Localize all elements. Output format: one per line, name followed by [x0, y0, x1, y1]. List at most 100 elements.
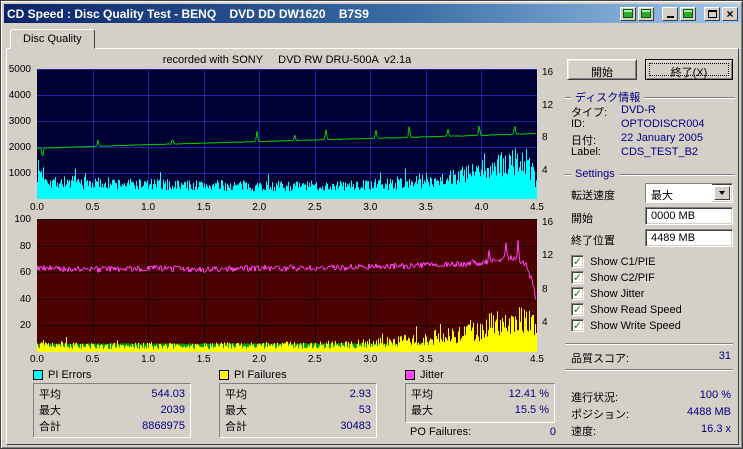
- title-bar[interactable]: CD Speed : Disc Quality Test - BENQ DVD …: [4, 4, 741, 23]
- disc-date-value: 22 January 2005: [621, 132, 703, 144]
- axis-tick-label: 2000: [9, 142, 31, 153]
- disc-icon-button[interactable]: [680, 7, 696, 21]
- checkbox-label: Show Write Speed: [590, 320, 681, 332]
- window-title: CD Speed : Disc Quality Test - BENQ DVD …: [7, 7, 620, 21]
- speed-row: 速度: 16.3 x: [571, 423, 731, 436]
- stat-value: 12.41 %: [509, 388, 549, 400]
- checkbox-label: Show Jitter: [590, 288, 644, 300]
- disc-icon: [683, 9, 693, 18]
- stat-label: 平均: [225, 386, 247, 402]
- checkbox-label: Show C2/PIF: [590, 272, 655, 284]
- axis-tick-label: 2.0: [252, 202, 266, 213]
- screenshot-icon-button[interactable]: [620, 7, 636, 21]
- settings-section-header: Settings: [565, 168, 735, 180]
- chart-icon-button[interactable]: [638, 7, 654, 21]
- pi-errors-legend-swatch: [33, 370, 43, 380]
- position-value: 4488 MB: [687, 406, 731, 418]
- po-failures-value: 0: [550, 426, 556, 438]
- section-divider: [565, 97, 571, 99]
- axis-tick-label: 2.5: [308, 202, 322, 213]
- quality-score-row: 品質スコア: 31: [571, 350, 731, 363]
- axis-tick-label: 12: [542, 250, 553, 261]
- axis-tick-label: 8: [542, 284, 548, 295]
- axis-tick-label: 3.0: [363, 202, 377, 213]
- close-button[interactable]: ×: [722, 7, 738, 21]
- show-c2-pif-checkbox[interactable]: ✓ Show C2/PIF: [571, 271, 655, 284]
- transfer-speed-select[interactable]: 最大: [645, 183, 733, 203]
- show-write-speed-checkbox[interactable]: ✓ Show Write Speed: [571, 319, 681, 332]
- divider: [565, 343, 733, 345]
- chart-bottom: [37, 219, 537, 352]
- disc-label-row: Label: CDS_TEST_B2: [571, 146, 733, 159]
- start-button[interactable]: 開始: [567, 59, 637, 80]
- axis-tick-label: 12: [542, 100, 553, 111]
- progress-label: 進行状況:: [571, 392, 618, 404]
- axis-tick-label: 60: [20, 267, 31, 278]
- exit-button[interactable]: 終了(X): [645, 59, 733, 80]
- show-read-speed-checkbox[interactable]: ✓ Show Read Speed: [571, 303, 682, 316]
- axis-tick-label: 16: [542, 217, 553, 228]
- po-failures-label: PO Failures:: [410, 426, 471, 438]
- start-position-field[interactable]: 0000 MB: [645, 207, 733, 225]
- stat-label: 最大: [225, 402, 247, 418]
- pi-failures-stats-box: 平均2.93 最大53 合計30483: [219, 383, 377, 438]
- po-failures-row: PO Failures: 0: [410, 426, 556, 438]
- axis-tick-label: 20: [20, 320, 31, 331]
- axis-tick-label: 3.5: [419, 354, 433, 365]
- quality-score-label: 品質スコア:: [571, 353, 629, 365]
- close-icon: ×: [726, 9, 733, 19]
- axis-tick-label: 1.5: [197, 354, 211, 365]
- checkbox-label: Show Read Speed: [590, 304, 682, 316]
- minimize-button[interactable]: [662, 7, 678, 21]
- chart-top: [37, 69, 537, 199]
- progress-row: 進行状況: 100 %: [571, 389, 731, 402]
- end-position-field[interactable]: 4489 MB: [645, 229, 733, 247]
- transfer-speed-label: 転送速度: [571, 187, 615, 203]
- disc-id-value: OPTODISCR004: [621, 118, 705, 130]
- show-c1-pie-checkbox[interactable]: ✓ Show C1/PIE: [571, 255, 655, 268]
- chart-bottom-right-axis: 16 12 8 4: [539, 219, 561, 352]
- transfer-speed-value: 最大: [646, 184, 712, 202]
- axis-tick-label: 4.5: [530, 202, 544, 213]
- stat-value: 53: [359, 404, 371, 416]
- stat-row: 最大 15.5 %: [411, 402, 549, 418]
- chevron-down-icon: [719, 191, 725, 195]
- pi-failures-legend-label: PI Failures: [234, 369, 287, 381]
- stat-label: 合計: [39, 418, 61, 434]
- maximize-button[interactable]: [704, 7, 720, 21]
- settings-section-label: Settings: [575, 168, 615, 180]
- disc-type-value: DVD-R: [621, 104, 656, 116]
- right-panel: 開始 終了(X) ディスク情報 タイプ: DVD-R ID: OPTODISCR…: [563, 57, 735, 441]
- chart-top-left-axis: 50004000300020001000: [7, 69, 34, 199]
- stat-label: 最大: [411, 402, 433, 418]
- chart-icon: [641, 9, 651, 18]
- stat-value: 2039: [161, 404, 185, 416]
- tab-disc-quality[interactable]: Disc Quality: [10, 29, 95, 49]
- progress-value: 100 %: [700, 389, 731, 401]
- axis-tick-label: 16: [542, 67, 553, 78]
- pi-errors-legend: PI Errors: [33, 369, 91, 381]
- jitter-stats-box: 平均12.41 % 最大 15.5 %: [405, 383, 555, 423]
- checkbox-check-icon: ✓: [571, 287, 584, 300]
- show-jitter-checkbox[interactable]: ✓ Show Jitter: [571, 287, 644, 300]
- checkbox-check-icon: ✓: [571, 255, 584, 268]
- axis-tick-label: 5000: [9, 64, 31, 75]
- stat-value: 15.5 %: [515, 404, 549, 416]
- title-buttons: ×: [620, 7, 738, 21]
- disc-id-label: ID:: [571, 118, 585, 130]
- stat-row: 平均12.41 %: [411, 386, 549, 402]
- checkbox-check-icon: ✓: [571, 303, 584, 316]
- axis-tick-label: 4.0: [474, 354, 488, 365]
- app-window: CD Speed : Disc Quality Test - BENQ DVD …: [0, 0, 743, 449]
- axis-tick-label: 3.5: [419, 202, 433, 213]
- axis-tick-label: 4: [542, 317, 548, 328]
- axis-tick-label: 100: [14, 214, 31, 225]
- disc-date-row: 日付: 22 January 2005: [571, 132, 733, 145]
- axis-tick-label: 40: [20, 294, 31, 305]
- dropdown-button[interactable]: [714, 186, 730, 200]
- stat-label: 合計: [225, 418, 247, 434]
- speed-label: 速度:: [571, 426, 596, 438]
- quality-score-value: 31: [719, 350, 731, 362]
- stat-row: 最大 53: [225, 402, 371, 418]
- axis-tick-label: 4.0: [474, 202, 488, 213]
